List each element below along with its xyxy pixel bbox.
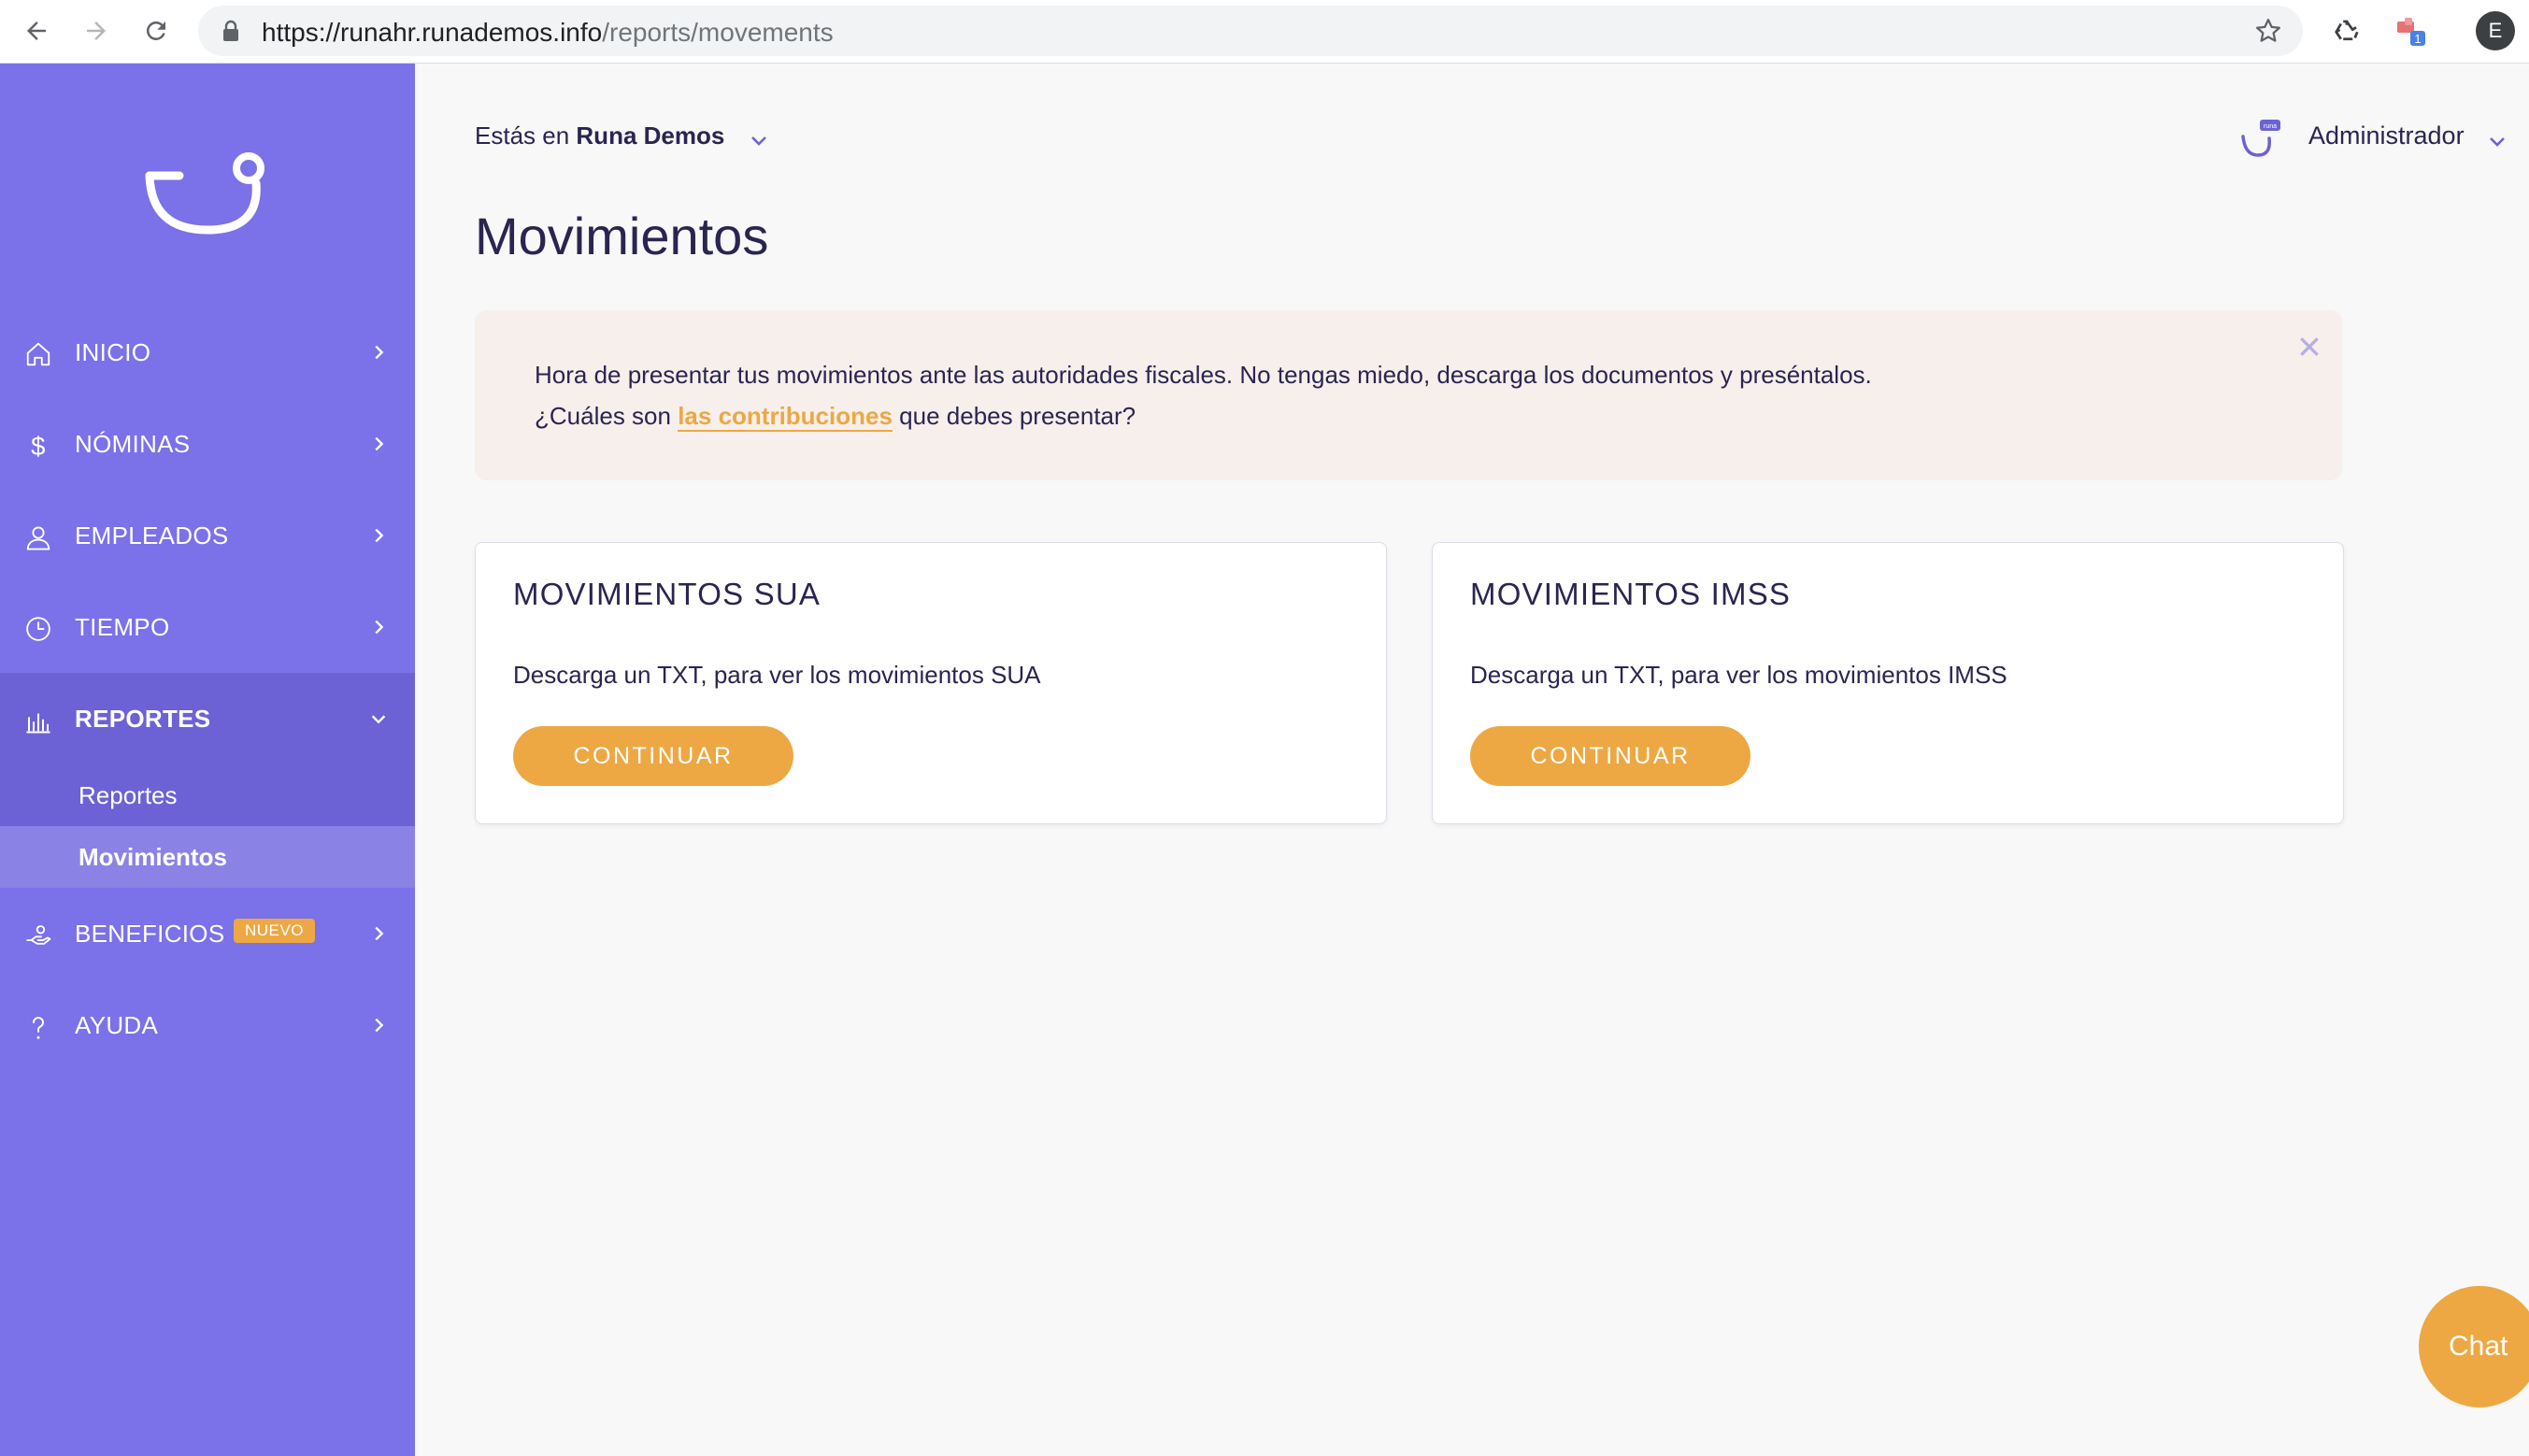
continue-imss-button[interactable]: CONTINUAR: [1470, 726, 1750, 786]
close-icon[interactable]: [2297, 335, 2322, 359]
alert-question-prefix: ¿Cuáles son: [535, 402, 671, 430]
sidebar-item-label: TIEMPO: [75, 613, 170, 641]
alert-text: Hora de presentar tus movimientos ante l…: [535, 361, 1872, 389]
chevron-right-icon: [375, 1018, 384, 1033]
imss-card: MOVIMIENTOS IMSS Descarga un TXT, para v…: [1432, 542, 2344, 824]
runa-user-icon[interactable]: runa: [2237, 114, 2284, 161]
home-icon: [24, 340, 52, 368]
sidebar-item-label: AYUDA: [75, 1011, 159, 1039]
info-alert: Hora de presentar tus movimientos ante l…: [475, 310, 2342, 480]
lock-icon: [223, 20, 238, 41]
sidebar-item-label: INICIO: [75, 338, 151, 366]
chat-label: Chat: [2449, 1331, 2508, 1362]
url-path: /reports/movements: [602, 18, 834, 47]
chevron-down-icon[interactable]: [2486, 130, 2508, 152]
chat-button[interactable]: Chat: [2419, 1286, 2529, 1407]
sua-card: MOVIMIENTOS SUA Descarga un TXT, para ve…: [475, 542, 1387, 824]
sidebar-item-label: BENEFICIOS: [75, 920, 225, 948]
new-badge: NUEVO: [234, 919, 315, 943]
sidebar: INICIO $ NÓMINAS EMPLEADOS TIEMPO REPORT…: [0, 64, 415, 1456]
recycle-icon: [2335, 20, 2359, 41]
bookmark-star-icon[interactable]: [2254, 17, 2282, 45]
sidebar-item-label: REPORTES: [75, 705, 211, 733]
question-icon: [24, 1013, 52, 1041]
svg-text:runa: runa: [2264, 123, 2277, 130]
card-description: Descarga un TXT, para ver los movimiento…: [1470, 661, 2007, 689]
sidebar-item-inicio[interactable]: INICIO: [0, 307, 415, 398]
card-title: MOVIMIENTOS SUA: [513, 577, 822, 611]
profile-avatar[interactable]: E: [2476, 11, 2515, 50]
arrow-left-icon: [27, 21, 46, 40]
sidebar-item-ayuda[interactable]: AYUDA: [0, 979, 415, 1071]
sidebar-item-empleados[interactable]: EMPLEADOS: [0, 490, 415, 581]
puzzle-extension-button[interactable]: 1: [2389, 9, 2432, 52]
user-menu[interactable]: Administrador: [2308, 121, 2465, 150]
company-name: Runa Demos: [576, 121, 725, 150]
chevron-right-icon: [375, 620, 384, 635]
extension-icon: 1: [2397, 18, 2425, 46]
chevron-right-icon: [375, 926, 384, 941]
sidebar-item-reportes[interactable]: REPORTES: [0, 673, 415, 764]
sidebar-subitem-movimientos[interactable]: Movimientos: [0, 826, 415, 888]
continue-sua-button[interactable]: CONTINUAR: [513, 726, 793, 786]
svg-text:$: $: [31, 432, 46, 460]
forward-button[interactable]: [75, 9, 118, 52]
dollar-icon: $: [24, 432, 52, 460]
back-button[interactable]: [15, 9, 58, 52]
clock-icon: [24, 615, 52, 643]
sidebar-subitem-reportes[interactable]: Reportes: [0, 764, 415, 826]
reload-button[interactable]: [135, 9, 178, 52]
company-prefix: Estás en: [475, 121, 570, 150]
chevron-down-icon: [371, 715, 386, 724]
hand-icon: [24, 921, 52, 949]
chevron-right-icon: [375, 345, 384, 360]
url-text: https://runahr.runademos.info/reports/mo…: [262, 18, 834, 48]
contributions-link[interactable]: las contribuciones: [678, 402, 893, 432]
chevron-right-icon: [375, 436, 384, 451]
address-bar[interactable]: https://runahr.runademos.info/reports/mo…: [198, 6, 2303, 56]
bar-chart-icon: [24, 707, 52, 735]
sidebar-subitem-label: Movimientos: [79, 843, 227, 871]
arrow-right-icon: [87, 21, 106, 40]
url-host: https://runahr.runademos.info: [262, 18, 603, 47]
chevron-down-icon[interactable]: [748, 129, 770, 151]
card-title: MOVIMIENTOS IMSS: [1470, 577, 1792, 611]
alert-question: ¿Cuáles son las contribuciones que debes…: [535, 402, 1136, 432]
extension-badge: 1: [2414, 32, 2421, 46]
company-selector[interactable]: Estás en Runa Demos: [475, 121, 724, 150]
sidebar-item-nominas[interactable]: $ NÓMINAS: [0, 398, 415, 490]
sidebar-item-tiempo[interactable]: TIEMPO: [0, 581, 415, 673]
alert-question-suffix: que debes presentar?: [899, 402, 1136, 430]
chevron-right-icon: [375, 528, 384, 543]
card-description: Descarga un TXT, para ver los movimiento…: [513, 661, 1041, 689]
runa-logo[interactable]: [142, 150, 273, 239]
page-title: Movimientos: [475, 207, 769, 265]
sidebar-item-beneficios[interactable]: BENEFICIOS NUEVO: [0, 888, 415, 979]
sidebar-item-label: EMPLEADOS: [75, 521, 229, 550]
sidebar-subitem-label: Reportes: [79, 781, 178, 809]
sidebar-item-label: NÓMINAS: [75, 430, 191, 458]
recycle-extension-button[interactable]: [2325, 9, 2368, 52]
browser-toolbar: https://runahr.runademos.info/reports/mo…: [0, 0, 2529, 64]
person-icon: [24, 523, 52, 551]
reload-icon: [146, 21, 165, 40]
